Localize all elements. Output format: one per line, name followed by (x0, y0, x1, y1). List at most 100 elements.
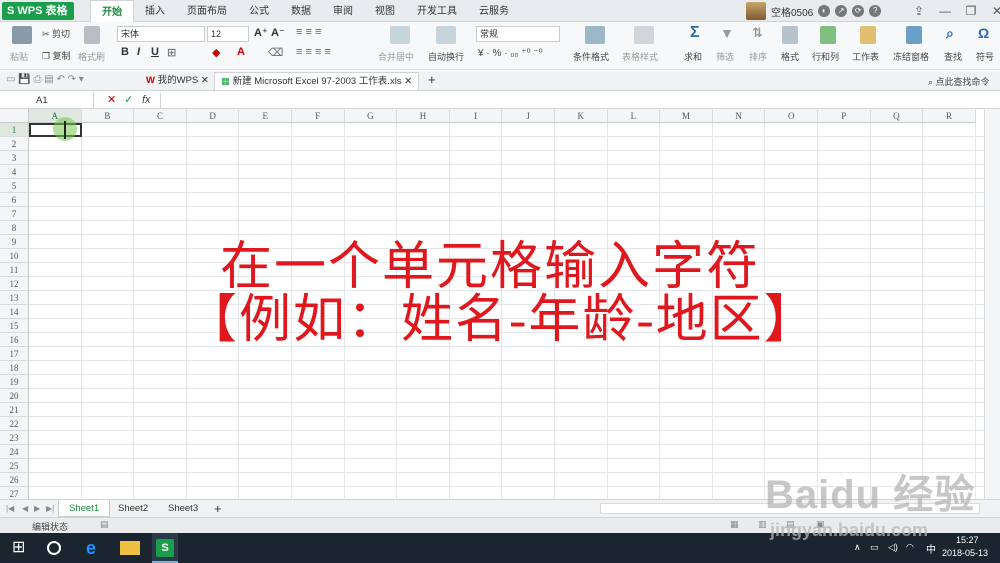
row-header-7[interactable]: 7 (0, 207, 29, 221)
macro-icon[interactable]: ▤ (100, 519, 109, 530)
next-sheet-icon[interactable]: ▶ (34, 500, 40, 518)
column-header-i[interactable]: I (449, 109, 503, 123)
align-left-icon[interactable]: ≡ ≡ ≡ ≡ (296, 46, 331, 58)
format-label[interactable]: 格式 (781, 50, 799, 63)
column-header-g[interactable]: G (344, 109, 398, 123)
row-header-17[interactable]: 17 (0, 347, 29, 361)
help-icon[interactable]: ? (869, 5, 882, 17)
avatar[interactable] (746, 2, 766, 20)
conditional-format-label[interactable]: 条件格式 (573, 50, 609, 63)
tab-review[interactable]: 审阅 (322, 0, 364, 22)
table-style-label[interactable]: 表格样式 (622, 50, 658, 63)
sum-label[interactable]: 求和 (684, 50, 702, 63)
sync-icon[interactable]: ⟳ (852, 5, 865, 17)
skin-icon[interactable]: ◐ (818, 5, 831, 17)
row-header-4[interactable]: 4 (0, 165, 29, 179)
edge-browser-icon[interactable]: e (86, 538, 106, 558)
row-header-18[interactable]: 18 (0, 361, 29, 375)
row-header-3[interactable]: 3 (0, 151, 29, 165)
column-header-p[interactable]: P (818, 109, 871, 123)
row-header-1[interactable]: 1 (0, 123, 29, 137)
column-header-q[interactable]: Q (870, 109, 924, 123)
fill-color-icon[interactable]: ◆ (212, 46, 220, 59)
column-header-c[interactable]: C (134, 109, 187, 123)
tab-view[interactable]: 视图 (364, 0, 406, 22)
table-style-icon[interactable] (634, 26, 654, 44)
wrap-text-icon[interactable] (436, 26, 456, 44)
confirm-icon[interactable]: ✓ (124, 92, 133, 109)
clock-date[interactable]: 2018-05-13 (942, 548, 988, 558)
row-header-25[interactable]: 25 (0, 459, 29, 473)
formula-input[interactable] (160, 93, 998, 108)
copy-button[interactable]: ❐ 复制 (42, 49, 71, 62)
rows-cols-icon[interactable] (820, 26, 836, 44)
wrap-text-label[interactable]: 自动换行 (428, 50, 464, 63)
sheet-tab-2[interactable]: Sheet2 (108, 500, 158, 517)
row-header-24[interactable]: 24 (0, 445, 29, 459)
row-header-16[interactable]: 16 (0, 333, 29, 347)
worksheet-label[interactable]: 工作表 (852, 50, 879, 63)
ime-indicator[interactable]: 中 (926, 541, 936, 556)
fx-icon[interactable]: fx (142, 92, 151, 109)
row-header-13[interactable]: 13 (0, 291, 29, 305)
border-icon[interactable]: ⊞ (167, 46, 176, 59)
tab-data[interactable]: 数据 (280, 0, 322, 22)
volume-icon[interactable]: ◁) (888, 542, 898, 553)
symbol-icon[interactable]: Ω (978, 25, 989, 41)
find-label[interactable]: 查找 (944, 50, 962, 63)
column-header-j[interactable]: J (502, 109, 555, 123)
restore-ribbon-icon[interactable]: ⇪ (906, 0, 932, 22)
column-header-e[interactable]: E (239, 109, 292, 123)
row-header-27[interactable]: 27 (0, 487, 29, 499)
rows-cols-label[interactable]: 行和列 (812, 50, 839, 63)
quick-access-toolbar[interactable]: ▭ 💾 ⎙ ▤ ↶ ↷ ▾ (6, 74, 84, 85)
column-header-k[interactable]: K (555, 109, 608, 123)
tab-insert[interactable]: 插入 (134, 0, 176, 22)
column-header-r[interactable]: R (923, 109, 976, 123)
maximize-icon[interactable]: ❐ (958, 0, 984, 22)
bold-icon[interactable]: B (121, 46, 129, 58)
new-tab-button[interactable]: + (422, 72, 442, 90)
row-header-20[interactable]: 20 (0, 389, 29, 403)
paste-label[interactable]: 粘贴 (10, 50, 28, 63)
format-painter-label[interactable]: 格式刷 (78, 50, 105, 63)
freeze-icon[interactable] (906, 26, 922, 44)
column-header-h[interactable]: H (397, 109, 450, 123)
row-header-6[interactable]: 6 (0, 193, 29, 207)
column-header-f[interactable]: F (292, 109, 345, 123)
tray-up-arrow-icon[interactable]: ∧ (854, 542, 861, 553)
username[interactable]: 空格0506 (771, 4, 813, 19)
column-header-b[interactable]: B (81, 109, 135, 123)
clear-format-icon[interactable]: ⌫ (268, 46, 284, 59)
tab-my-wps[interactable]: W 我的WPS ✕ (140, 72, 215, 90)
sheet-tab-3[interactable]: Sheet3 (158, 500, 208, 517)
row-header-2[interactable]: 2 (0, 137, 29, 151)
underline-icon[interactable]: U (151, 46, 159, 58)
cancel-icon[interactable]: ✕ (107, 92, 116, 109)
wps-taskbar-button[interactable]: S (152, 533, 178, 563)
column-header-l[interactable]: L (607, 109, 661, 123)
font-size-select[interactable]: 12 (207, 26, 249, 42)
worksheet-icon[interactable] (860, 26, 876, 44)
sheet-tab-1[interactable]: Sheet1 (58, 500, 111, 517)
symbol-label[interactable]: 符号 (976, 50, 994, 63)
first-sheet-icon[interactable]: |◀ (6, 500, 14, 518)
row-header-23[interactable]: 23 (0, 431, 29, 445)
filter-icon[interactable]: ▼ (720, 25, 734, 41)
wifi-icon[interactable]: ◠ (906, 542, 914, 553)
conditional-format-icon[interactable] (585, 26, 605, 44)
tab-formulas[interactable]: 公式 (238, 0, 280, 22)
row-header-14[interactable]: 14 (0, 305, 29, 319)
italic-icon[interactable]: I (137, 46, 140, 58)
normal-view-icon[interactable]: ▦ (730, 519, 739, 530)
grow-font-icon[interactable]: A⁺ (254, 26, 268, 39)
row-header-26[interactable]: 26 (0, 473, 29, 487)
windows-start-icon[interactable]: ⊞ (12, 538, 32, 558)
tab-document[interactable]: ▦ 新建 Microsoft Excel 97-2003 工作表.xls ✕ (214, 72, 420, 90)
filter-label[interactable]: 筛选 (716, 50, 734, 63)
command-search[interactable]: ⌕ 点此查找命令 (928, 75, 990, 88)
prev-sheet-icon[interactable]: ◀ (22, 500, 28, 518)
paste-icon[interactable] (12, 26, 32, 44)
close-icon[interactable]: ✕ (201, 75, 209, 86)
shrink-font-icon[interactable]: A⁻ (271, 26, 285, 39)
